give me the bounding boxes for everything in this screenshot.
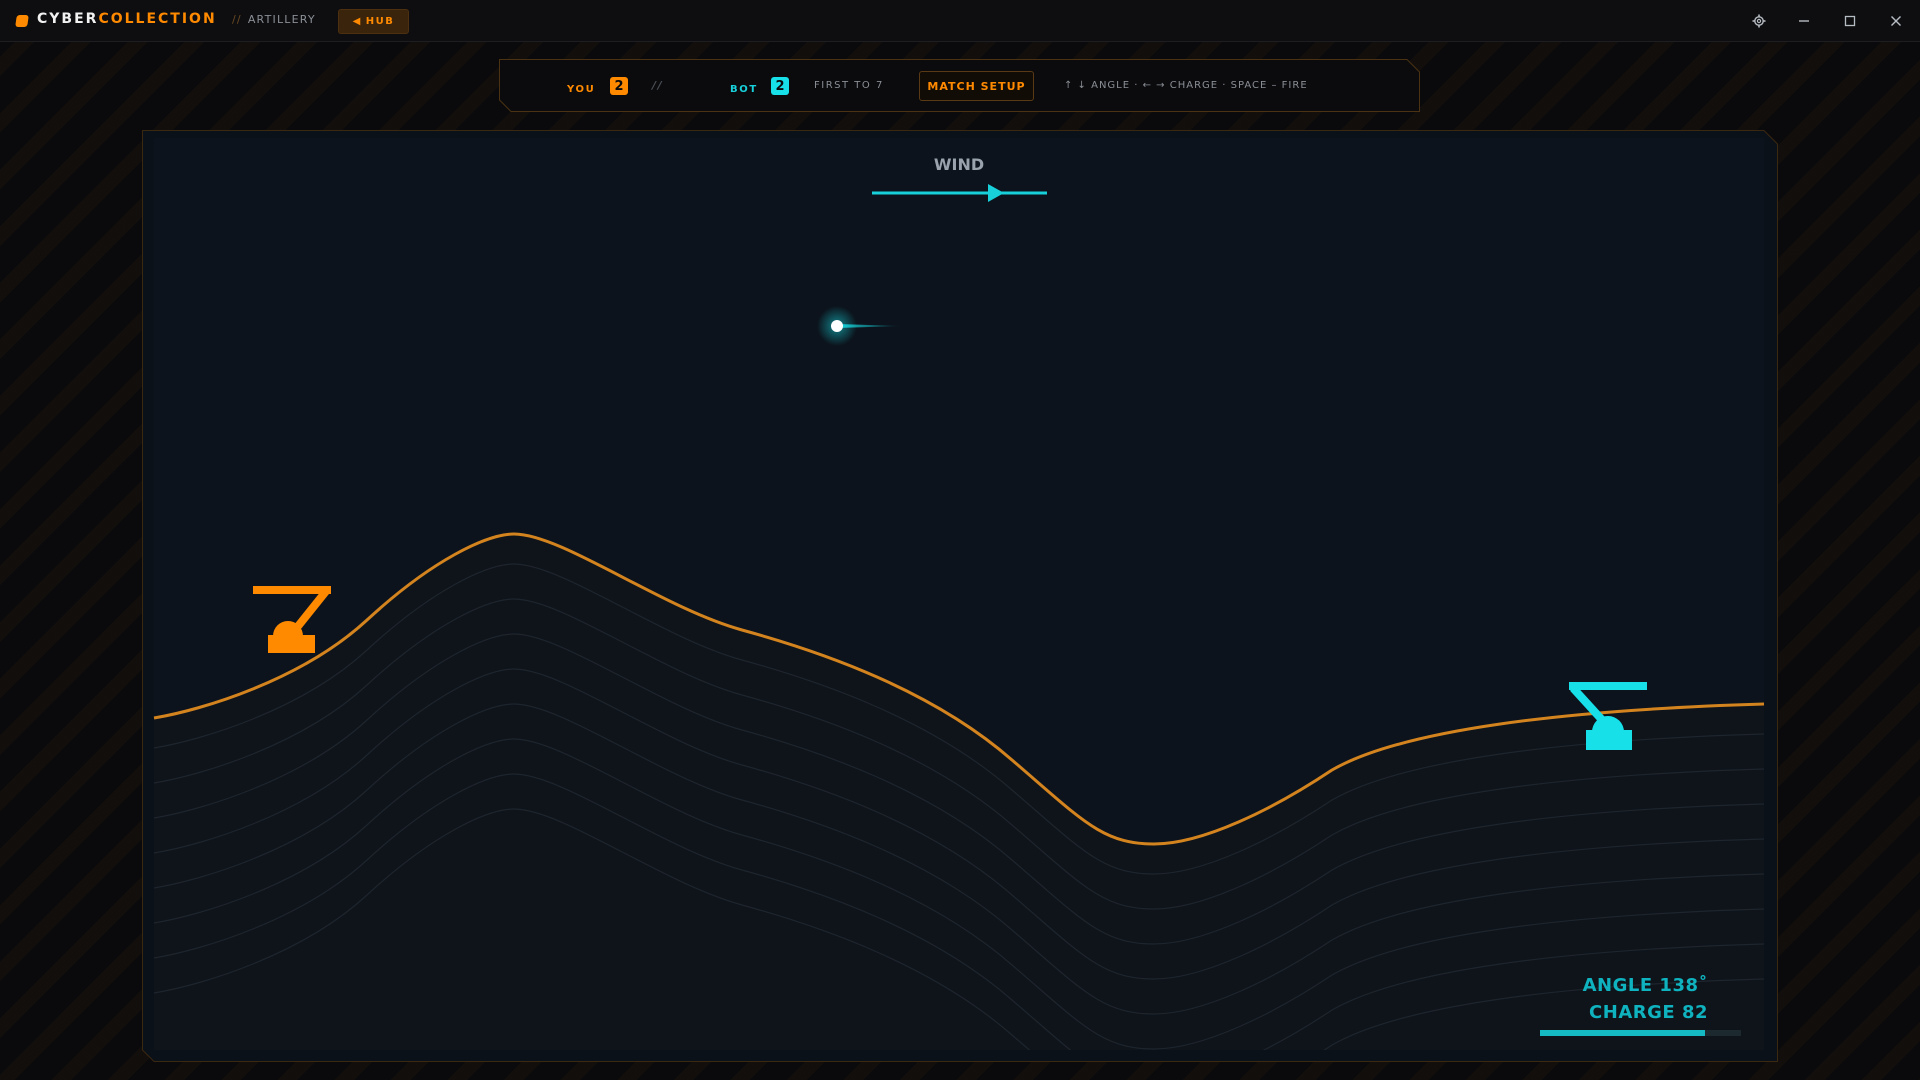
charge-bar	[1540, 1030, 1741, 1036]
charge-bar-fill	[1540, 1030, 1705, 1036]
breadcrumb: // ARTILLERY	[232, 13, 316, 26]
back-arrow-icon: ◀	[352, 16, 362, 27]
hub-button[interactable]: ◀ HUB	[338, 9, 409, 34]
bot-score: 2	[771, 77, 789, 95]
wind-label: WIND	[934, 155, 984, 174]
game-canvas[interactable]: WIND	[142, 130, 1778, 1062]
match-setup-label: MATCH SETUP	[927, 79, 1026, 93]
score-separator: //	[652, 79, 664, 92]
angle-readout: ANGLE 138˚	[1582, 975, 1708, 996]
logo-icon	[15, 15, 29, 27]
close-icon	[1891, 16, 1901, 26]
breadcrumb-section: ARTILLERY	[247, 13, 316, 26]
game-field[interactable]: WIND ANGLE 138˚ CHARGE 82	[142, 130, 1778, 1062]
maximize-icon	[1844, 15, 1856, 27]
close-button[interactable]	[1883, 8, 1909, 34]
match-setup-button[interactable]: MATCH SETUP	[919, 71, 1034, 101]
you-score-value: 2	[614, 78, 624, 94]
app-title: CYBERCOLLECTION	[37, 11, 217, 27]
you-score: 2	[610, 77, 628, 95]
maximize-button[interactable]	[1837, 8, 1863, 34]
settings-button[interactable]	[1746, 8, 1772, 34]
you-label: YOU	[567, 84, 596, 95]
scoreboard-bar: YOU 2 // BOT 2 FIRST TO 7 MATCH SETUP ↑ …	[499, 59, 1420, 112]
title-bar: CYBERCOLLECTION // ARTILLERY ◀ HUB	[0, 0, 1920, 42]
hub-button-label: HUB	[365, 16, 395, 27]
charge-readout: CHARGE 82	[1589, 1002, 1708, 1023]
gear-icon	[1752, 14, 1766, 28]
minimize-button[interactable]	[1791, 8, 1817, 34]
breadcrumb-separator: //	[232, 13, 242, 26]
minimize-icon	[1799, 20, 1809, 22]
controls-hint: ↑ ↓ ANGLE · ← → CHARGE · SPACE – FIRE	[1064, 80, 1308, 91]
bot-score-value: 2	[775, 78, 785, 94]
brand-primary: CYBER	[37, 11, 99, 27]
brand-secondary: COLLECTION	[98, 11, 217, 27]
bot-label: BOT	[730, 84, 758, 95]
match-rule: FIRST TO 7	[814, 80, 884, 91]
